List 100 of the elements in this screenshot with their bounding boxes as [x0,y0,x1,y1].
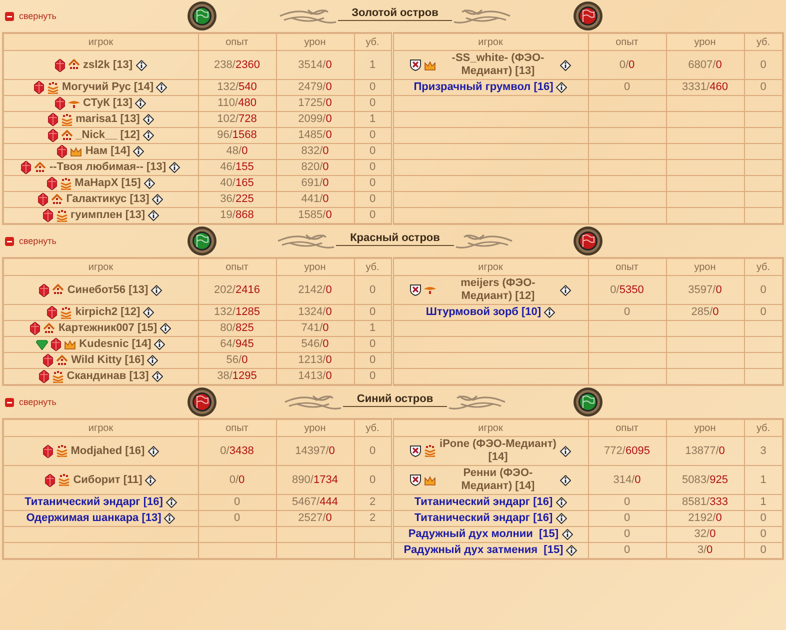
gem-icon [34,81,44,94]
player-name[interactable]: Modjahed [16] [70,444,145,458]
experience-value: 110/480 [218,97,256,109]
info-icon[interactable] [136,60,147,70]
damage-value: 13877/0 [685,444,725,456]
section-title: Красный остров [336,232,454,246]
kills-value: 0 [760,512,766,524]
gem-icon [48,113,58,126]
info-icon[interactable] [151,284,162,296]
stripes-icon [60,178,72,190]
info-icon[interactable] [142,130,154,141]
damage-value: 14397/0 [295,444,335,456]
crown-icon [64,339,76,350]
gem-icon [38,193,48,206]
info-icon[interactable] [133,146,144,157]
info-icon[interactable] [560,60,571,70]
section-title: Синий остров [342,393,448,407]
kills-value: 0 [760,284,766,296]
info-icon[interactable] [562,529,573,540]
kills-value: 2 [369,496,376,508]
info-icon[interactable] [148,210,159,221]
stripes-icon [47,82,60,94]
damage-value: 1213/0 [298,354,332,366]
info-icon[interactable] [152,371,163,382]
kills-value: 0 [369,284,376,296]
info-icon[interactable] [560,284,571,296]
gem-icon [46,177,57,190]
column-header: опыт [588,33,666,50]
flag-medallion-icon [187,1,217,31]
experience-value: 0/5350 [610,284,644,296]
info-icon[interactable] [154,339,166,350]
column-header: опыт [588,419,666,436]
gem-icon [48,129,58,142]
collapse-icon [5,236,14,246]
experience-value: 0 [234,512,240,524]
column-header: опыт [588,258,666,276]
column-header: игрок [392,258,588,276]
collapse-link[interactable]: свернуть [2,397,56,407]
experience-value: 56/0 [226,354,248,366]
info-icon[interactable] [147,355,158,366]
info-icon[interactable] [556,513,567,524]
column-header: урон [666,258,744,276]
info-icon[interactable] [148,446,159,456]
gem-icon [47,306,58,319]
kills-value: 0 [760,306,766,318]
experience-value: 0 [624,306,630,318]
collapse-link[interactable]: свернуть [2,11,56,21]
kills-value: 0 [369,97,376,109]
info-icon[interactable] [556,82,568,93]
collapse-link[interactable]: свернуть [2,236,56,246]
collapse-icon [5,398,14,406]
player-name[interactable]: zsl2k [13] [82,58,133,72]
column-header: опыт [198,258,276,276]
damage-value: 3597/0 [688,284,722,296]
player-name[interactable]: Нам [14] [85,145,130,158]
experience-value: 0 [624,528,630,540]
column-header: опыт [198,419,276,436]
info-icon[interactable] [135,98,146,109]
info-icon[interactable] [556,497,567,508]
damage-value: 1725/0 [298,97,332,109]
info-icon[interactable] [166,497,177,508]
info-icon[interactable] [164,513,176,524]
damage-value: 546/0 [301,338,329,350]
kills-value: 1 [369,322,376,334]
info-icon[interactable] [156,82,168,93]
column-header: уб. [354,258,392,276]
info-icon[interactable] [142,114,154,125]
info-icon[interactable] [152,194,164,205]
damage-value: 3/0 [697,544,713,556]
experience-value: 314/0 [613,474,641,486]
kills-value: 0 [369,145,376,157]
info-icon[interactable] [160,323,172,334]
player-name[interactable]: Сиборит [11] [73,474,142,486]
player-name[interactable]: Синебот56 [13] [67,284,148,296]
gem-icon [55,97,66,110]
info-icon[interactable] [560,474,571,486]
info-icon[interactable] [544,307,556,318]
damage-value: 1485/0 [298,129,332,141]
kills-value: 0 [369,338,376,350]
damage-value: 1585/0 [298,209,332,221]
info-icon[interactable] [169,162,180,173]
experience-value: 238/2360 [214,58,260,70]
experience-value: 64/945 [220,338,254,350]
experience-value: 36/225 [220,193,254,205]
info-icon[interactable] [143,307,154,318]
info-icon[interactable] [566,545,578,556]
info-icon[interactable] [144,178,155,189]
kills-value: 1 [760,474,766,486]
damage-value: 6807/0 [688,58,722,70]
info-icon[interactable] [560,446,571,456]
stripes-icon [56,445,68,457]
damage-value: 2192/0 [688,512,722,524]
column-header: урон [276,419,354,436]
experience-value: 0 [234,496,240,508]
experience-value: 0/0 [619,58,635,70]
experience-value: 132/540 [217,81,257,93]
info-icon[interactable] [145,474,156,486]
damage-value: 820/0 [301,161,329,173]
damage-value: 1413/0 [298,370,332,382]
stripes-icon [60,114,73,126]
